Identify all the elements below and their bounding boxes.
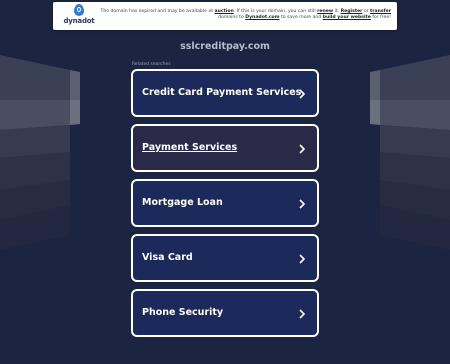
chevron-right-icon bbox=[299, 199, 306, 209]
build-website-link[interactable]: build your website bbox=[323, 15, 371, 20]
dynadot-logo-icon bbox=[74, 4, 84, 16]
expired-domain-banner: dynadot The domain has expired and may b… bbox=[53, 2, 397, 30]
related-link-visa-card[interactable]: Visa Card bbox=[131, 234, 319, 282]
dynadot-link[interactable]: Dynadot.com bbox=[245, 15, 279, 20]
chevron-right-icon bbox=[299, 309, 306, 319]
domain-title: sslcreditpay.com bbox=[180, 41, 270, 52]
related-link-payment-services[interactable]: Payment Services bbox=[131, 124, 319, 172]
link-label: Mortgage Loan bbox=[142, 197, 223, 208]
auction-link[interactable]: auction bbox=[214, 9, 233, 14]
renew-link[interactable]: renew bbox=[317, 9, 333, 14]
related-searches-label: Related searches bbox=[132, 62, 171, 67]
register-link[interactable]: Register bbox=[341, 9, 363, 14]
link-label: Phone Security bbox=[142, 307, 224, 318]
related-links-list: Credit Card Payment Services Payment Ser… bbox=[131, 69, 319, 344]
related-link-mortgage-loan[interactable]: Mortgage Loan bbox=[131, 179, 319, 227]
chevron-right-icon bbox=[299, 144, 306, 154]
link-label: Credit Card Payment Services bbox=[142, 87, 302, 98]
chevron-right-icon bbox=[299, 89, 306, 99]
expiry-notice: The domain has expired and may be availa… bbox=[100, 9, 391, 20]
link-label: Payment Services bbox=[142, 142, 238, 153]
related-link-credit-card-payment-services[interactable]: Credit Card Payment Services bbox=[131, 69, 319, 117]
transfer-link[interactable]: transfer bbox=[370, 9, 391, 14]
right-decoration bbox=[370, 0, 450, 360]
related-link-phone-security[interactable]: Phone Security bbox=[131, 289, 319, 337]
link-label: Visa Card bbox=[142, 252, 193, 263]
chevron-right-icon bbox=[299, 254, 306, 264]
left-decoration bbox=[0, 0, 80, 360]
